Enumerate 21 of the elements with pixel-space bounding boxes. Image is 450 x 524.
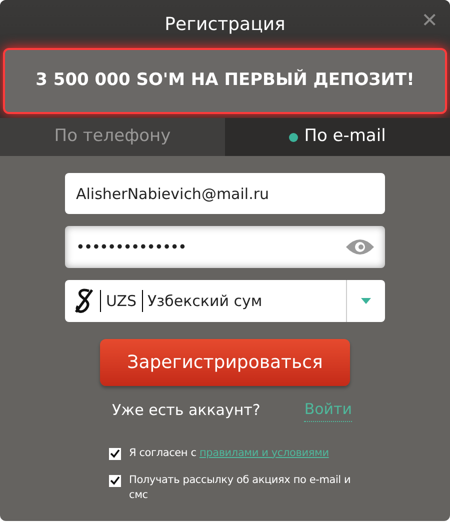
checkbox[interactable] xyxy=(109,474,121,486)
close-button[interactable]: ✕ xyxy=(421,10,438,30)
account-question: Уже есть аккаунт? xyxy=(112,400,260,420)
window-title: Регистрация xyxy=(164,12,286,36)
dropdown-caret-icon xyxy=(361,298,371,304)
tab[interactable]: По телефону xyxy=(0,118,225,156)
checkbox-label: Получать рассылку об акциях по e-mail и смс xyxy=(129,472,352,502)
currency-select[interactable]: UZS Узбекский сум xyxy=(65,280,385,322)
login-link[interactable]: Войти xyxy=(304,398,352,422)
promo-banner: 3 500 000 SO'M НА ПЕРВЫЙ ДЕПОЗИТ! xyxy=(3,48,447,114)
checkbox[interactable] xyxy=(109,448,121,460)
eye-icon[interactable] xyxy=(345,238,375,256)
checkbox-label: Я согласен с правилами и условиями xyxy=(129,446,329,460)
email-field[interactable]: AlisherNabievich@mail.ru xyxy=(65,173,385,214)
currency-code: UZS xyxy=(106,290,137,312)
password-field[interactable]: •••••••••••••• xyxy=(65,226,385,268)
currency-symbol-icon xyxy=(73,288,95,314)
currency-name: Узбекский сум xyxy=(148,290,262,312)
terms-link[interactable]: правилами и условиями xyxy=(199,446,329,458)
register-button[interactable]: Зарегистрироваться xyxy=(100,339,350,386)
tab[interactable]: По e-mail xyxy=(225,118,450,156)
